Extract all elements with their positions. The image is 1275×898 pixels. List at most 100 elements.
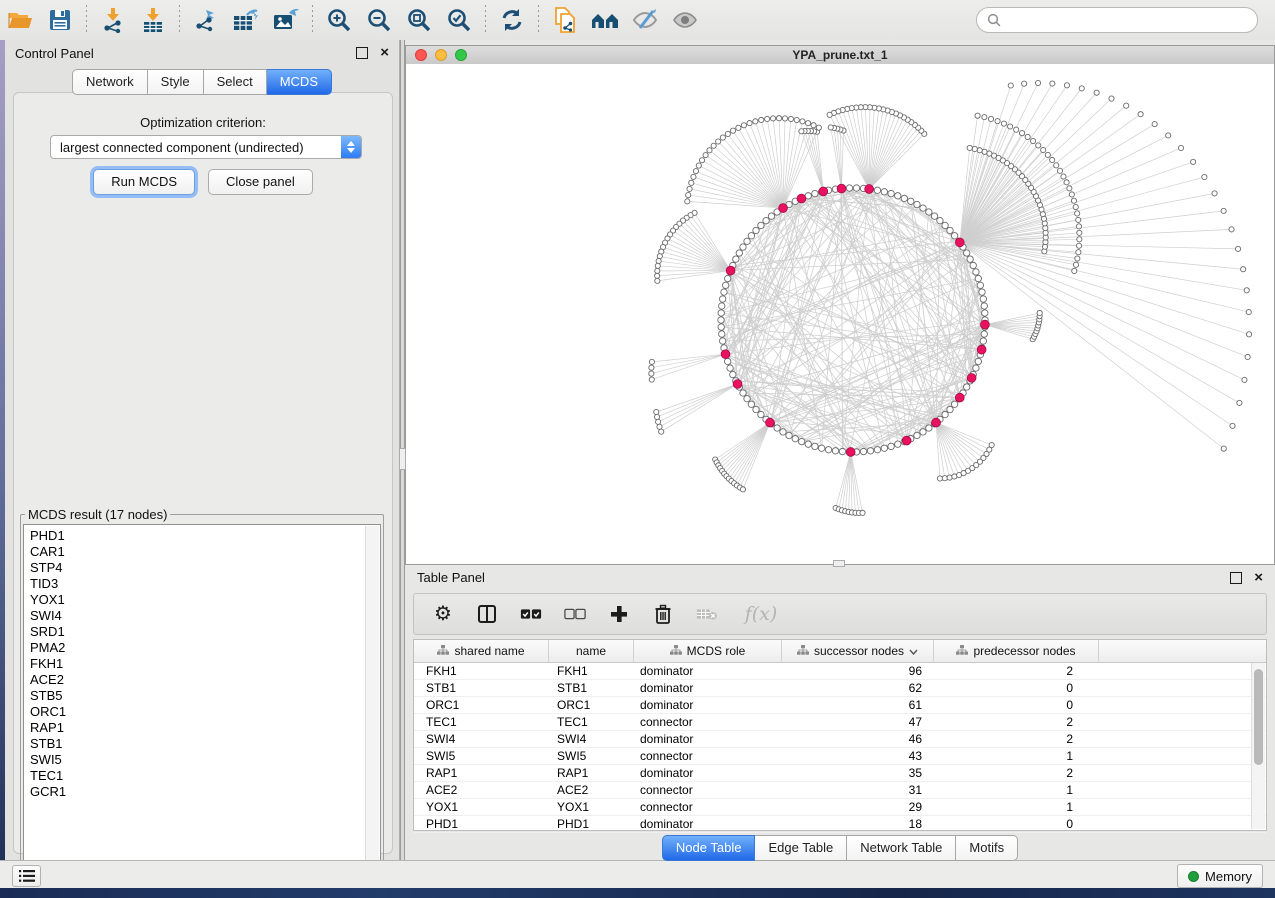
optimization-criterion-dropdown[interactable]: largest connected component (undirected) <box>50 135 362 159</box>
table-row[interactable]: SWI5SWI5connector431 <box>414 748 1266 765</box>
tab-network-table[interactable]: Network Table <box>847 835 956 861</box>
table-row[interactable]: SWI4SWI4dominator462 <box>414 731 1266 748</box>
mcds-result-item[interactable]: SRD1 <box>30 624 364 640</box>
zoom-fit-button[interactable] <box>401 4 437 36</box>
mcds-node[interactable] <box>797 194 806 203</box>
copy-network-button[interactable] <box>547 4 583 36</box>
save-button[interactable] <box>42 4 78 36</box>
hide-selected-button[interactable] <box>627 4 663 36</box>
mcds-node[interactable] <box>902 436 911 445</box>
mcds-node[interactable] <box>837 184 846 193</box>
mcds-node[interactable] <box>865 185 874 194</box>
network-canvas[interactable] <box>406 64 1274 564</box>
mcds-node[interactable] <box>981 320 990 329</box>
network-graph[interactable] <box>406 64 1274 564</box>
deselect-all-icon[interactable] <box>564 603 586 625</box>
mcds-result-item[interactable]: STB5 <box>30 688 364 704</box>
tab-network[interactable]: Network <box>72 69 148 95</box>
mcds-node[interactable] <box>846 448 855 457</box>
mcds-result-item[interactable]: STB1 <box>30 736 364 752</box>
close-panel-icon[interactable] <box>380 48 389 58</box>
close-table-panel-icon[interactable] <box>1254 573 1263 583</box>
mcds-node[interactable] <box>819 187 828 196</box>
table-scrollbar-thumb[interactable] <box>1254 669 1263 765</box>
mcds-result-item[interactable]: ORC1 <box>30 704 364 720</box>
mcds-node[interactable] <box>955 393 964 402</box>
task-history-button[interactable] <box>12 865 41 887</box>
settings-gear-icon[interactable]: ⚙ <box>432 603 454 625</box>
column-header-predecessor-nodes[interactable]: predecessor nodes <box>934 640 1099 662</box>
float-table-panel-icon[interactable] <box>1230 572 1242 584</box>
mcds-node[interactable] <box>726 266 735 275</box>
table-row[interactable]: FKH1FKH1dominator962 <box>414 663 1266 680</box>
mcds-node[interactable] <box>967 373 976 382</box>
split-view-icon[interactable] <box>476 603 498 625</box>
tab-motifs[interactable]: Motifs <box>956 835 1018 861</box>
column-header-shared-name[interactable]: shared name <box>414 640 549 662</box>
mcds-result-item[interactable]: FKH1 <box>30 656 364 672</box>
mcds-node[interactable] <box>766 418 775 427</box>
list-scrollbar[interactable] <box>365 526 379 874</box>
column-header-name[interactable]: name <box>549 640 634 662</box>
network-window-titlebar[interactable]: YPA_prune.txt_1 <box>406 46 1274 65</box>
chevron-down-icon[interactable] <box>909 644 918 658</box>
table-row[interactable]: ACE2ACE2connector311 <box>414 782 1266 799</box>
export-table-button[interactable] <box>228 4 264 36</box>
memory-button[interactable]: Memory <box>1177 864 1263 888</box>
mcds-result-item[interactable]: SWI5 <box>30 752 364 768</box>
zoom-selected-button[interactable] <box>441 4 477 36</box>
delete-column-icon[interactable] <box>652 603 674 625</box>
table-row[interactable]: YOX1YOX1connector291 <box>414 799 1266 816</box>
column-header-successor-nodes[interactable]: successor nodes <box>782 640 934 662</box>
zoom-out-button[interactable] <box>361 4 397 36</box>
table-cell: ACE2 <box>414 782 549 798</box>
close-panel-button[interactable]: Close panel <box>208 169 313 195</box>
mcds-result-item[interactable]: STP4 <box>30 560 364 576</box>
tab-mcds[interactable]: MCDS <box>267 69 332 95</box>
table-row[interactable]: STB1STB1dominator620 <box>414 680 1266 697</box>
mcds-node[interactable] <box>733 380 742 389</box>
refresh-button[interactable] <box>494 4 530 36</box>
mcds-result-item[interactable]: PHD1 <box>30 528 364 544</box>
mcds-result-item[interactable]: YOX1 <box>30 592 364 608</box>
float-panel-icon[interactable] <box>356 47 368 59</box>
horizontal-splitter-handle[interactable] <box>833 560 845 567</box>
panel-splitter-handle[interactable] <box>399 448 406 470</box>
open-file-button[interactable] <box>2 4 38 36</box>
mcds-result-list[interactable]: PHD1CAR1STP4TID3YOX1SWI4SRD1PMA2FKH1ACE2… <box>23 524 381 876</box>
mcds-result-item[interactable]: TID3 <box>30 576 364 592</box>
tab-edge-table[interactable]: Edge Table <box>755 835 847 861</box>
mcds-result-item[interactable]: SWI4 <box>30 608 364 624</box>
tab-select[interactable]: Select <box>204 69 267 95</box>
table-row[interactable]: RAP1RAP1dominator352 <box>414 765 1266 782</box>
mcds-node[interactable] <box>721 350 730 359</box>
mcds-result-item[interactable]: RAP1 <box>30 720 364 736</box>
table-row[interactable]: PHD1PHD1dominator180 <box>414 816 1266 833</box>
column-header-MCDS-role[interactable]: MCDS role <box>634 640 782 662</box>
export-image-button[interactable] <box>268 4 304 36</box>
mcds-result-item[interactable]: ACE2 <box>30 672 364 688</box>
mcds-node[interactable] <box>955 238 964 247</box>
import-network-button[interactable] <box>95 4 131 36</box>
add-column-icon[interactable] <box>608 603 630 625</box>
mcds-result-item[interactable]: GCR1 <box>30 784 364 800</box>
run-mcds-button[interactable]: Run MCDS <box>93 169 195 195</box>
first-neighbors-button[interactable] <box>587 4 623 36</box>
mcds-result-item[interactable]: CAR1 <box>30 544 364 560</box>
tab-node-table[interactable]: Node Table <box>662 835 756 861</box>
search-input[interactable] <box>1007 12 1247 29</box>
mcds-node[interactable] <box>779 204 788 213</box>
table-row[interactable]: ORC1ORC1dominator610 <box>414 697 1266 714</box>
tab-style[interactable]: Style <box>148 69 204 95</box>
select-all-icon[interactable] <box>520 603 542 625</box>
zoom-in-button[interactable] <box>321 4 357 36</box>
table-scrollbar[interactable] <box>1251 663 1265 829</box>
mcds-result-item[interactable]: PMA2 <box>30 640 364 656</box>
table-row[interactable]: TEC1TEC1connector472 <box>414 714 1266 731</box>
import-table-button[interactable] <box>135 4 171 36</box>
mcds-result-item[interactable]: TEC1 <box>30 768 364 784</box>
show-all-button[interactable] <box>667 4 703 36</box>
mcds-node[interactable] <box>977 345 986 354</box>
mcds-node[interactable] <box>932 418 941 427</box>
export-network-button[interactable] <box>188 4 224 36</box>
